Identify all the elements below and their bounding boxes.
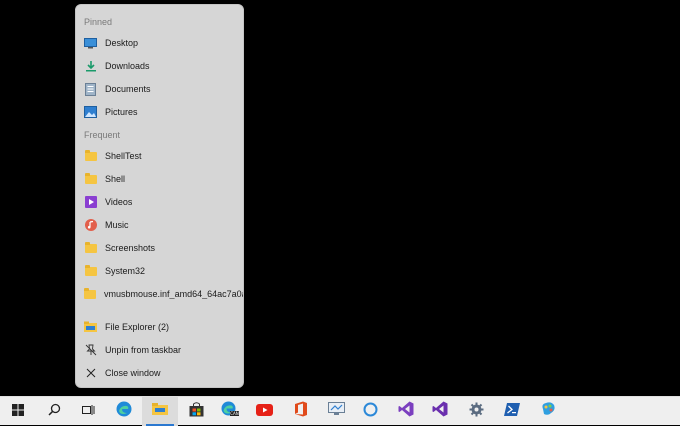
start-button[interactable] xyxy=(0,397,36,426)
pinned-item-documents[interactable]: Documents xyxy=(76,78,243,100)
desktop-icon xyxy=(84,37,97,50)
cortana-button[interactable] xyxy=(352,397,388,426)
paint-3d-button[interactable] xyxy=(530,397,566,426)
close-icon xyxy=(84,367,97,380)
pinned-item-downloads[interactable]: Downloads xyxy=(76,55,243,77)
taskbar: CAN xyxy=(0,396,680,426)
remote-desktop-icon xyxy=(327,402,345,421)
search-icon xyxy=(47,403,61,421)
gear-icon xyxy=(469,402,484,422)
documents-icon xyxy=(84,82,97,96)
store-icon xyxy=(189,401,204,422)
edge-icon xyxy=(116,401,132,422)
frequent-item-shelltest[interactable]: ShellTest xyxy=(76,145,243,167)
folder-icon xyxy=(84,264,97,278)
office-icon xyxy=(293,401,308,422)
unpin-icon xyxy=(84,344,97,357)
svg-text:CAN: CAN xyxy=(230,411,239,416)
download-icon xyxy=(84,60,97,73)
youtube-button[interactable] xyxy=(246,397,282,426)
visual-studio-icon xyxy=(432,401,448,422)
powershell-button[interactable] xyxy=(494,397,530,426)
pinned-item-desktop[interactable]: Desktop xyxy=(76,32,243,54)
frequent-item-music[interactable]: Music xyxy=(76,214,243,236)
frequent-item-shell[interactable]: Shell xyxy=(76,168,243,190)
file-explorer-action[interactable]: File Explorer (2) xyxy=(76,316,243,338)
youtube-icon xyxy=(255,403,273,421)
paint-icon xyxy=(540,401,556,422)
jump-list-menu: Pinned Desktop Downloads Documents Pictu… xyxy=(75,4,244,388)
powershell-icon xyxy=(504,402,520,421)
pinned-item-pictures[interactable]: Pictures xyxy=(76,101,243,123)
folder-icon xyxy=(84,287,97,301)
store-button[interactable] xyxy=(178,397,214,426)
frequent-item-vmusbmouse[interactable]: vmusbmouse.inf_amd64_64ac7a0a... xyxy=(76,283,243,305)
task-view-button[interactable] xyxy=(70,397,106,426)
pinned-header: Pinned xyxy=(84,17,113,27)
music-icon xyxy=(84,219,97,232)
folder-icon xyxy=(84,172,97,186)
frequent-item-screenshots[interactable]: Screenshots xyxy=(76,237,243,259)
visual-studio-icon xyxy=(398,401,414,422)
unpin-from-taskbar-action[interactable]: Unpin from taskbar xyxy=(76,339,243,361)
folder-icon xyxy=(84,241,97,255)
edge-button[interactable] xyxy=(106,397,142,426)
file-explorer-icon xyxy=(84,321,97,334)
visual-studio-2-button[interactable] xyxy=(422,397,458,426)
search-button[interactable] xyxy=(36,397,72,426)
settings-button[interactable] xyxy=(458,397,494,426)
edge-canary-icon: CAN xyxy=(221,401,239,422)
office-button[interactable] xyxy=(282,397,318,426)
cortana-icon xyxy=(363,402,378,422)
edge-canary-button[interactable]: CAN xyxy=(212,397,248,426)
windows-logo-icon xyxy=(12,403,24,421)
task-view-icon xyxy=(81,403,95,421)
videos-icon xyxy=(84,196,97,209)
close-window-action[interactable]: Close window xyxy=(76,362,243,384)
frequent-header: Frequent xyxy=(84,130,121,140)
remote-desktop-button[interactable] xyxy=(318,397,354,426)
file-explorer-button[interactable] xyxy=(142,397,178,426)
visual-studio-button[interactable] xyxy=(388,397,424,426)
frequent-item-system32[interactable]: System32 xyxy=(76,260,243,282)
folder-icon xyxy=(152,402,168,421)
folder-icon xyxy=(84,149,97,163)
pictures-icon xyxy=(84,106,97,119)
frequent-item-videos[interactable]: Videos xyxy=(76,191,243,213)
